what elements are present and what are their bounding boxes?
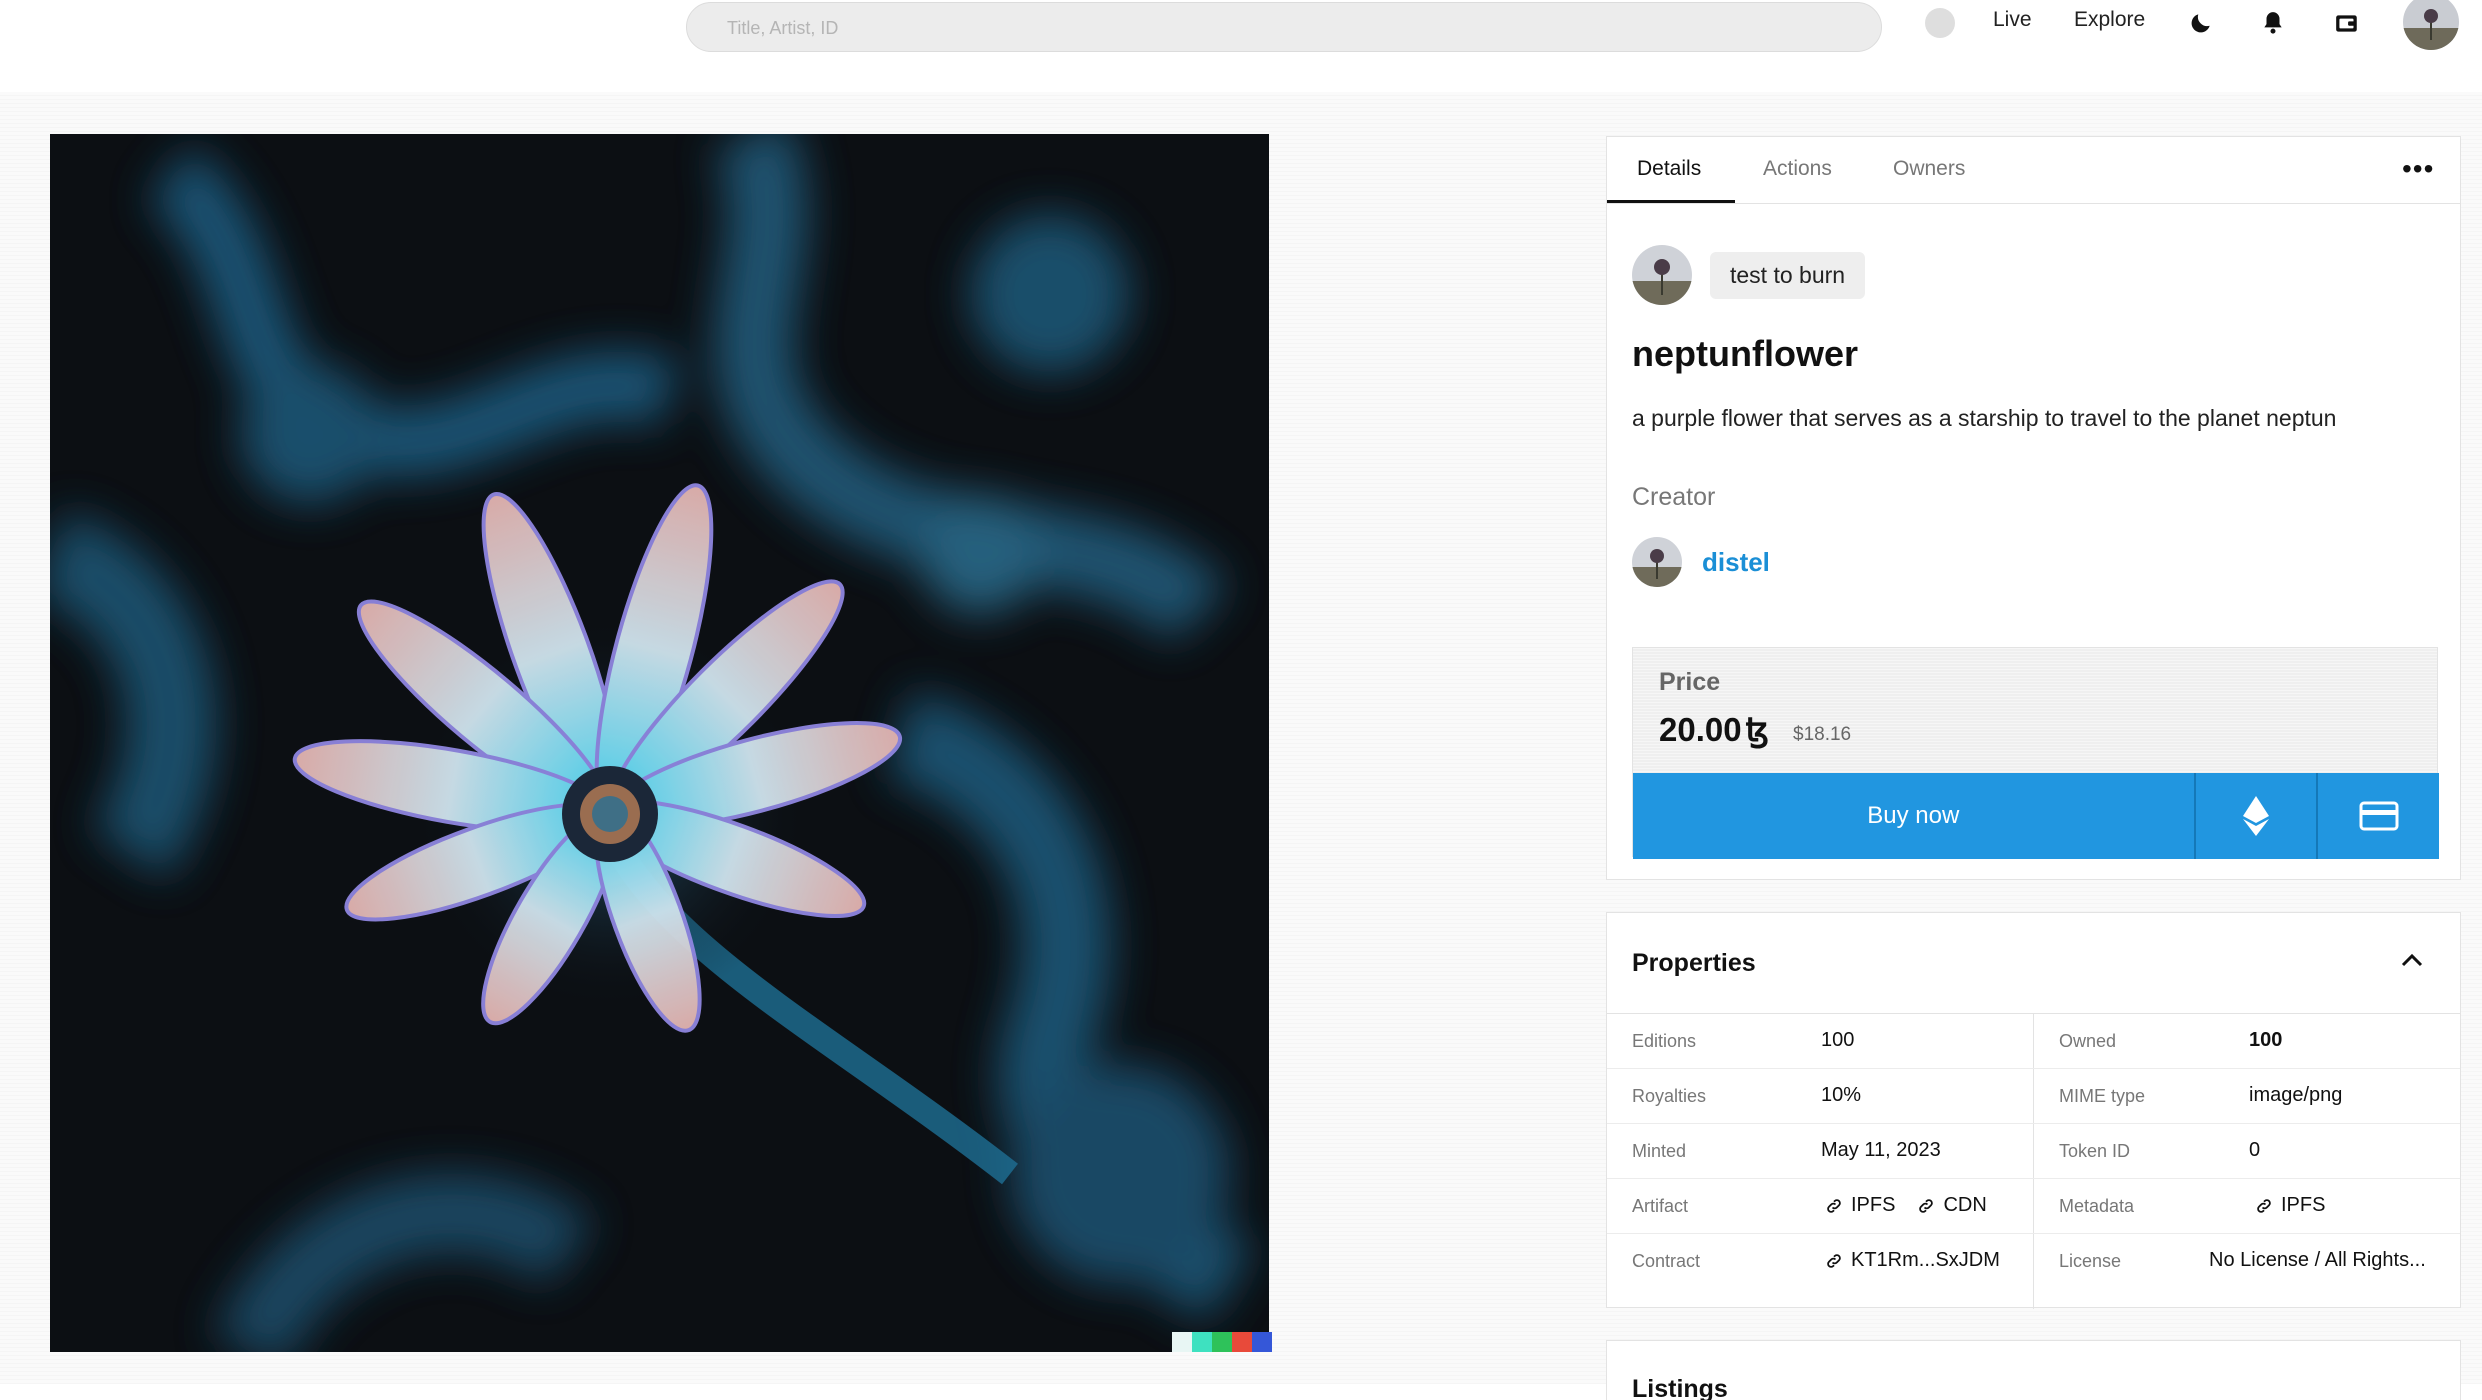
- metadata-ipfs-label: IPFS: [2281, 1194, 2326, 1216]
- property-value: 10%: [1821, 1084, 1862, 1106]
- swatch-color-2: [1192, 1332, 1212, 1352]
- contract-link[interactable]: KT1Rm...SxJDM: [1825, 1249, 2000, 1272]
- property-value: 100: [1821, 1029, 1855, 1051]
- swatch-color-5: [1252, 1332, 1272, 1352]
- chevron-up-icon[interactable]: [2397, 945, 2427, 975]
- search-bar[interactable]: [686, 2, 1882, 52]
- buy-bar: Buy now: [1633, 773, 2440, 859]
- property-row: Editions 100 Owned 100: [1607, 1013, 2460, 1069]
- search-input[interactable]: [725, 14, 1629, 42]
- tab-actions[interactable]: Actions: [1763, 157, 1832, 181]
- tab-details[interactable]: Details: [1637, 157, 1701, 181]
- price-value: 20.00 ꜩ: [1659, 710, 1769, 749]
- color-swatch-strip: [1172, 1332, 1272, 1352]
- license-value[interactable]: No License / All Rights...: [2209, 1249, 2426, 1272]
- nav-explore-link[interactable]: Explore: [2074, 8, 2145, 32]
- link-icon: [1827, 1198, 1841, 1213]
- listings-card: Listings: [1606, 1340, 2461, 1400]
- creator-label: Creator: [1632, 483, 1716, 511]
- creator-row: distel: [1632, 537, 1770, 587]
- metadata-link[interactable]: IPFS: [2255, 1194, 2325, 1217]
- price-label: Price: [1659, 668, 1721, 696]
- link-icon: [1827, 1253, 1841, 1268]
- creator-avatar[interactable]: [1632, 537, 1682, 587]
- property-row: Artifact IPFS CDN Metadata IPFS: [1607, 1178, 2460, 1234]
- ethereum-icon: [2242, 796, 2269, 836]
- contract-address: KT1Rm...SxJDM: [1851, 1249, 2000, 1271]
- property-key: Token ID: [2059, 1141, 2131, 1161]
- creator-name-link[interactable]: distel: [1702, 547, 1770, 578]
- artifact-cdn-link[interactable]: CDN: [1943, 1194, 1986, 1217]
- bell-icon[interactable]: [2258, 8, 2288, 38]
- property-key: Artifact: [1632, 1196, 1689, 1216]
- nav-live-link[interactable]: Live: [1993, 8, 2032, 32]
- wallet-icon[interactable]: [2332, 8, 2362, 38]
- property-key: Owned: [2059, 1031, 2117, 1051]
- listings-title[interactable]: Listings: [1632, 1375, 1728, 1400]
- property-value: 100: [2249, 1029, 2283, 1051]
- active-tab-indicator: [1607, 200, 1735, 203]
- property-key: MIME type: [2059, 1086, 2146, 1106]
- property-value: 0: [2249, 1139, 2261, 1161]
- status-dot: [1925, 8, 1955, 38]
- swatch-color-4: [1232, 1332, 1252, 1352]
- price-amount: 20.00: [1659, 711, 1742, 748]
- owner-row: test to burn: [1632, 245, 1866, 305]
- tez-currency-icon: ꜩ: [1745, 711, 1770, 748]
- token-description: a purple flower that serves as a starshi…: [1632, 405, 2337, 431]
- property-key: License: [2059, 1251, 2122, 1271]
- artwork-image[interactable]: [50, 134, 1269, 1352]
- tab-owners[interactable]: Owners: [1893, 157, 1965, 181]
- tab-bar: Details Actions Owners •••: [1607, 137, 2460, 204]
- swatch-color-3: [1212, 1332, 1232, 1352]
- credit-card-icon: [2359, 801, 2399, 831]
- buy-now-button[interactable]: Buy now: [1633, 773, 2194, 859]
- swatch-color-1: [1172, 1332, 1192, 1352]
- property-row: Contract KT1Rm...SxJDM License No Licens…: [1607, 1233, 2460, 1288]
- top-bar: Live Explore: [0, 0, 2482, 92]
- properties-title: Properties: [1632, 949, 1756, 977]
- more-options-icon[interactable]: •••: [2402, 155, 2434, 183]
- property-key: Royalties: [1632, 1086, 1707, 1106]
- properties-header[interactable]: Properties: [1607, 913, 2460, 1014]
- link-icon: [1919, 1198, 1934, 1213]
- property-key: Metadata: [2059, 1196, 2135, 1216]
- pay-with-card-button[interactable]: [2316, 773, 2440, 859]
- artifact-links: IPFS CDN: [1825, 1194, 1987, 1217]
- property-key: Contract: [1632, 1251, 1701, 1271]
- token-title: neptunflower: [1632, 333, 1858, 374]
- property-value: May 11, 2023: [1821, 1139, 1941, 1161]
- property-row: Minted May 11, 2023 Token ID 0: [1607, 1123, 2460, 1179]
- property-row: Royalties 10% MIME type image/png: [1607, 1068, 2460, 1124]
- property-key: Minted: [1632, 1141, 1687, 1161]
- link-icon: [2257, 1198, 2271, 1213]
- owner-name-chip[interactable]: test to burn: [1710, 251, 1866, 299]
- owner-avatar[interactable]: [1632, 245, 1692, 305]
- pay-with-eth-button[interactable]: [2193, 773, 2317, 859]
- property-value: image/png: [2249, 1084, 2343, 1106]
- price-usd: $18.16: [1793, 724, 1852, 745]
- user-avatar[interactable]: [2403, 0, 2459, 50]
- artifact-ipfs-link[interactable]: IPFS: [1851, 1194, 1895, 1217]
- property-key: Editions: [1632, 1031, 1697, 1051]
- moon-icon[interactable]: [2186, 8, 2216, 38]
- properties-card: Properties Editions 100 Owned 100 Royalt…: [1606, 912, 2461, 1309]
- details-card: Details Actions Owners ••• test to burn …: [1606, 136, 2461, 880]
- price-box: Price 20.00 ꜩ $18.16 Buy now: [1632, 647, 2440, 859]
